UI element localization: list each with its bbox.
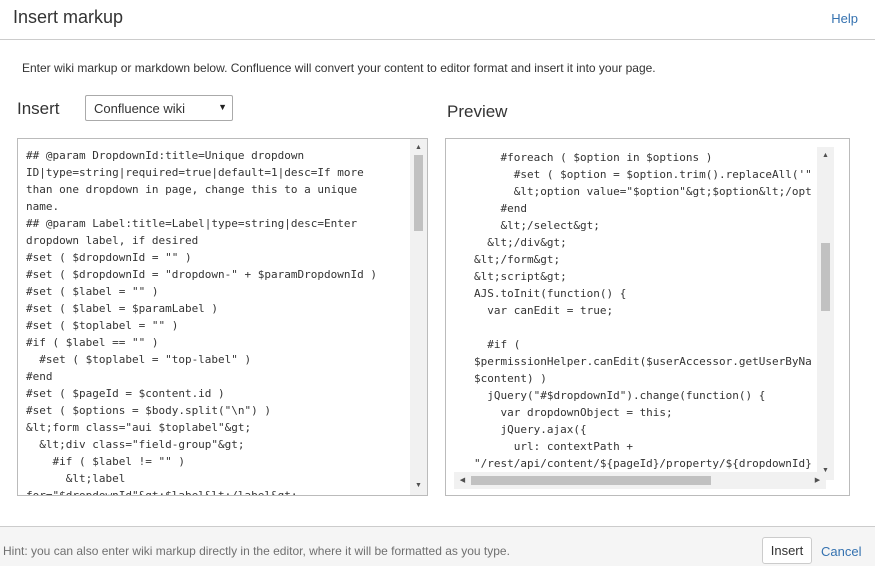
preview-vertical-scrollbar[interactable]: ▲ ▼ xyxy=(817,147,834,480)
scroll-up-arrow-icon[interactable]: ▲ xyxy=(817,149,834,163)
editor-vertical-scrollbar[interactable]: ▲ ▼ xyxy=(410,139,427,495)
preview-content: #foreach ( $option in $options ) #set ( … xyxy=(474,151,812,470)
preview-panel: #foreach ( $option in $options ) #set ( … xyxy=(445,138,850,496)
dropdown-arrow-icon: ▼ xyxy=(218,102,227,112)
insert-button[interactable]: Insert xyxy=(762,537,812,564)
dialog-title: Insert markup xyxy=(13,7,124,27)
scroll-left-arrow-icon[interactable]: ◀ xyxy=(454,472,471,489)
scroll-down-arrow-icon[interactable]: ▼ xyxy=(410,479,427,493)
dialog-header: Insert markup Help xyxy=(0,0,875,40)
format-select[interactable]: Confluence wiki ▼ xyxy=(85,95,233,121)
preview-viewport: #foreach ( $option in $options ) #set ( … xyxy=(454,147,834,487)
dialog-footer: Hint: you can also enter wiki markup dir… xyxy=(0,526,875,566)
editor-scroll-thumb[interactable] xyxy=(414,155,423,231)
hint-text: Hint: you can also enter wiki markup dir… xyxy=(3,544,510,558)
format-select-value: Confluence wiki xyxy=(94,101,186,116)
preview-hscroll-thumb[interactable] xyxy=(471,476,711,485)
markup-textarea[interactable]: ## @param DropdownId:title=Unique dropdo… xyxy=(17,138,428,496)
cancel-link[interactable]: Cancel xyxy=(821,544,861,559)
preview-label: Preview xyxy=(447,102,508,121)
preview-horizontal-scrollbar[interactable]: ◀ ▶ xyxy=(454,472,826,489)
intro-text: Enter wiki markup or markdown below. Con… xyxy=(22,61,656,75)
insert-label: Insert xyxy=(17,99,60,118)
scroll-right-arrow-icon[interactable]: ▶ xyxy=(809,472,826,489)
scroll-up-arrow-icon[interactable]: ▲ xyxy=(410,141,427,155)
help-link[interactable]: Help xyxy=(831,11,858,26)
markup-content[interactable]: ## @param DropdownId:title=Unique dropdo… xyxy=(26,147,408,495)
preview-scroll-thumb[interactable] xyxy=(821,243,830,311)
